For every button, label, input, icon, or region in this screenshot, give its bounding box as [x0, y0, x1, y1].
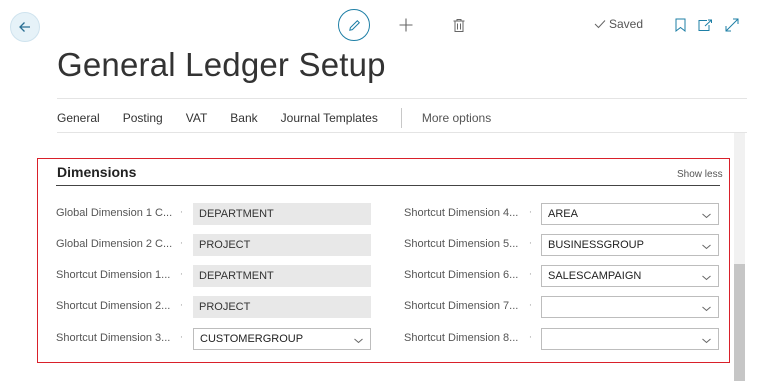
field-separator: ·: [529, 333, 532, 343]
field-label: Shortcut Dimension 8...: [404, 332, 519, 344]
tab-general[interactable]: General: [57, 111, 100, 125]
field-value: SALESCAMPAIGN: [548, 270, 642, 282]
field-separator: ·: [180, 239, 183, 249]
field-separator: ·: [180, 270, 183, 280]
field-separator: ·: [180, 208, 183, 218]
saved-label: Saved: [609, 17, 644, 31]
section-title: Dimensions: [57, 164, 137, 180]
dimension-select[interactable]: [541, 328, 719, 350]
expand-icon: [725, 18, 739, 32]
field-label: Shortcut Dimension 1...: [56, 269, 171, 281]
show-less-link[interactable]: Show less: [677, 169, 723, 180]
dimension-readonly-field: DEPARTMENT: [193, 203, 371, 225]
field-label: Global Dimension 2 C...: [56, 238, 173, 250]
field-label: Shortcut Dimension 6...: [404, 269, 519, 281]
field-label: Shortcut Dimension 7...: [404, 300, 519, 312]
chevron-down-icon: [701, 270, 712, 290]
section-rule: [56, 185, 720, 186]
open-in-new-window-icon: [698, 19, 712, 31]
dimension-select[interactable]: AREA: [541, 203, 719, 225]
new-button[interactable]: [396, 15, 416, 35]
dimension-readonly-field: PROJECT: [193, 234, 371, 256]
field-label: Shortcut Dimension 3...: [56, 332, 171, 344]
delete-button[interactable]: [449, 15, 469, 35]
pencil-icon: [348, 19, 360, 31]
field-value: AREA: [548, 208, 578, 220]
dimension-select[interactable]: [541, 296, 719, 318]
field-value: BUSINESSGROUP: [548, 239, 644, 251]
checkmark-icon: [594, 20, 606, 29]
tab-journal-templates[interactable]: Journal Templates: [281, 111, 378, 125]
chevron-down-icon: [701, 208, 712, 228]
arrow-left-icon: [19, 22, 30, 32]
chevron-down-icon: [353, 333, 364, 353]
field-value: DEPARTMENT: [199, 208, 274, 220]
tab-vat[interactable]: VAT: [186, 111, 208, 125]
field-label: Shortcut Dimension 2...: [56, 300, 171, 312]
field-value: PROJECT: [199, 239, 251, 251]
divider: [57, 98, 747, 99]
bookmark-button[interactable]: [672, 16, 688, 34]
edit-button[interactable]: [338, 9, 370, 41]
dimension-readonly-field: PROJECT: [193, 296, 371, 318]
field-label: Shortcut Dimension 5...: [404, 238, 519, 250]
action-bar: General Posting VAT Bank Journal Templat…: [57, 108, 514, 128]
saved-status: Saved: [594, 17, 643, 31]
dimension-select[interactable]: SALESCAMPAIGN: [541, 265, 719, 287]
scrollbar-thumb[interactable]: [734, 264, 745, 381]
divider: [57, 132, 747, 133]
expand-button[interactable]: [722, 15, 742, 35]
trash-icon: [453, 18, 465, 32]
back-button[interactable]: [10, 12, 40, 42]
chevron-down-icon: [701, 239, 712, 259]
tab-bank[interactable]: Bank: [230, 111, 257, 125]
field-separator: ·: [529, 270, 532, 280]
field-separator: ·: [529, 301, 532, 311]
field-separator: ·: [180, 301, 183, 311]
field-separator: ·: [180, 333, 183, 343]
field-value: CUSTOMERGROUP: [200, 333, 304, 345]
dimension-select[interactable]: CUSTOMERGROUP: [193, 328, 371, 350]
plus-icon: [399, 18, 413, 32]
page-title: General Ledger Setup: [57, 46, 386, 83]
tab-posting[interactable]: Posting: [123, 111, 163, 125]
field-separator: ·: [529, 239, 532, 249]
dimension-readonly-field: DEPARTMENT: [193, 265, 371, 287]
bookmark-icon: [675, 18, 685, 32]
field-label: Shortcut Dimension 4...: [404, 207, 519, 219]
field-separator: ·: [529, 208, 532, 218]
chevron-down-icon: [701, 301, 712, 321]
chevron-down-icon: [701, 333, 712, 353]
field-value: PROJECT: [199, 301, 251, 313]
action-separator: [400, 108, 402, 128]
dimension-select[interactable]: BUSINESSGROUP: [541, 234, 719, 256]
field-label: Global Dimension 1 C...: [56, 207, 173, 219]
more-options-button[interactable]: More options: [422, 111, 491, 125]
open-new-window-button[interactable]: [696, 16, 714, 34]
field-value: DEPARTMENT: [199, 270, 274, 282]
